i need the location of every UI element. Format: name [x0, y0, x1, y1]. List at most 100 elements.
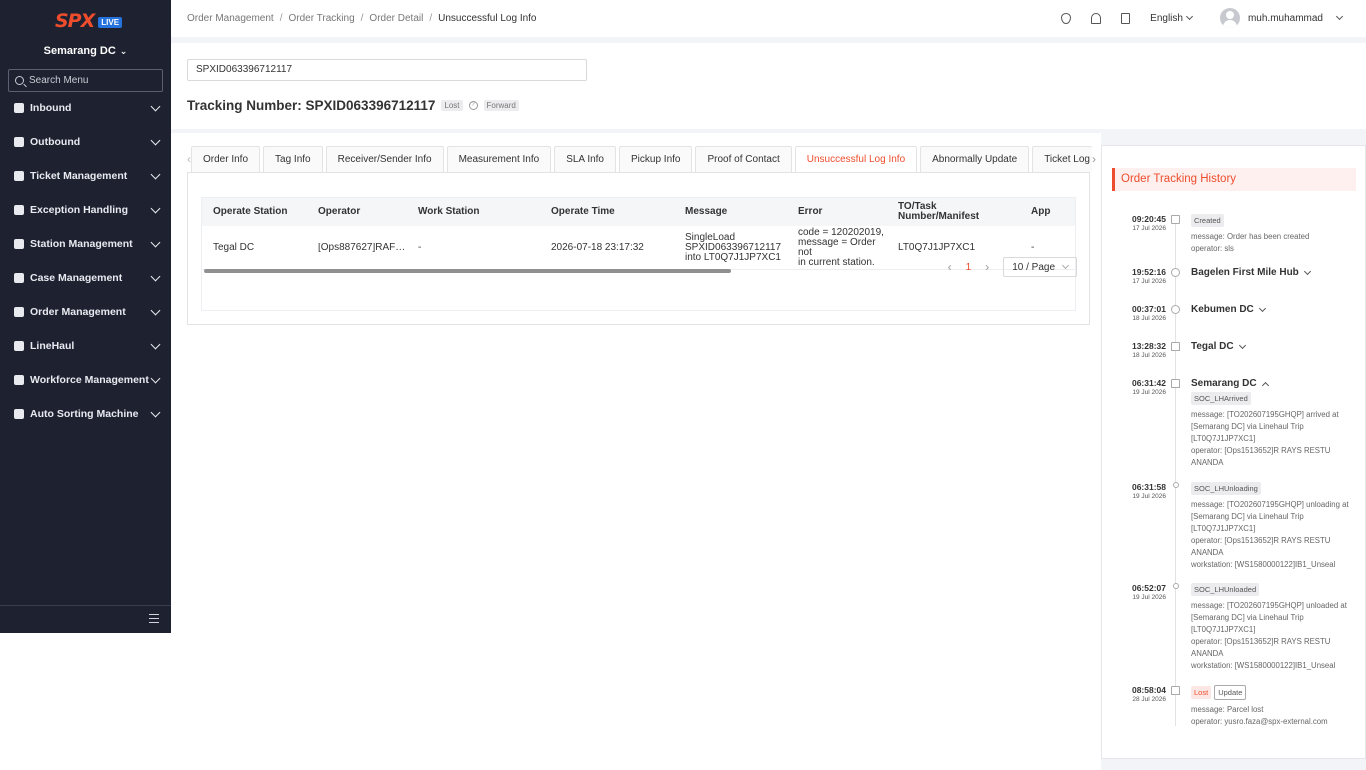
- sidebar-blank-area: [0, 633, 171, 770]
- tab-pickup-info[interactable]: Pickup Info: [619, 146, 693, 172]
- event-operator: operator: [Ops1513652]R RAYS RESTU ANAND…: [1191, 446, 1331, 467]
- house-icon: [1171, 342, 1180, 351]
- station-name: Semarang DC: [1191, 378, 1257, 389]
- cell-work-station: -: [418, 241, 422, 253]
- tab-scroll-right-icon[interactable]: ›: [1092, 146, 1096, 172]
- inbound-icon: [14, 103, 24, 113]
- bell-icon[interactable]: [1091, 12, 1102, 24]
- event-date: 17 Jul 2026: [1132, 278, 1166, 285]
- station-name: Kebumen DC: [1191, 304, 1254, 315]
- event-station[interactable]: Semarang DC: [1191, 378, 1359, 389]
- chevron-down-icon: [150, 135, 161, 145]
- search-menu-placeholder: Search Menu: [29, 75, 89, 86]
- event-date: 19 Jul 2026: [1132, 493, 1166, 500]
- avatar[interactable]: [1219, 8, 1240, 28]
- shield-icon[interactable]: [1061, 12, 1072, 24]
- chevron-down-icon: [150, 339, 161, 349]
- chevron-down-icon: [1238, 341, 1246, 349]
- sidebar-item-label: Station Management: [30, 238, 133, 250]
- sidebar-item-order-management[interactable]: Order Management: [0, 295, 171, 329]
- chevron-down-icon[interactable]: [1335, 12, 1344, 21]
- sidebar-item-auto-sorting-machine[interactable]: Auto Sorting Machine: [0, 397, 171, 431]
- sidebar-item-label: Outbound: [30, 136, 81, 148]
- chevron-down-icon: [1185, 12, 1194, 21]
- breadcrumb-order-detail[interactable]: Order Detail: [369, 13, 423, 24]
- tab-unsuccessful-log-info[interactable]: Unsuccessful Log Info: [794, 146, 918, 172]
- search-menu-input[interactable]: Search Menu: [8, 69, 163, 92]
- main-panel: ‹ Order Info Tag Info Receiver/Sender In…: [171, 133, 1101, 770]
- event-time: 06:52:07: [1131, 583, 1166, 593]
- tracking-search-area: SPXID063396712117 Tracking Number: SPXID…: [171, 43, 1366, 129]
- sidebar-item-linehaul[interactable]: LineHaul: [0, 329, 171, 363]
- chevron-up-icon: [1261, 381, 1269, 389]
- next-page-icon[interactable]: ›: [985, 260, 989, 274]
- sidebar-item-workforce-management[interactable]: Workforce Management: [0, 363, 171, 397]
- tab-receiver-sender-info[interactable]: Receiver/Sender Info: [325, 146, 444, 172]
- spx-logo[interactable]: SPX LIVE: [55, 10, 123, 32]
- cell-station: Tegal DC: [213, 241, 255, 253]
- detail-tabs: ‹ Order Info Tag Info Receiver/Sender In…: [187, 146, 1096, 172]
- truck-icon: [14, 341, 24, 351]
- station-selector-label: Semarang DC: [43, 45, 116, 57]
- sidebar-item-label: Exception Handling: [30, 204, 129, 216]
- update-button[interactable]: Update: [1214, 685, 1247, 700]
- live-badge: LIVE: [98, 16, 123, 28]
- breadcrumb-current: Unsuccessful Log Info: [438, 13, 537, 24]
- help-icon[interactable]: ?: [468, 101, 478, 110]
- event-station[interactable]: Tegal DC: [1191, 341, 1359, 352]
- circle-x-icon: [1171, 305, 1180, 314]
- event-workstation: workstation: [WS1580000122]IB1_Unseal: [1191, 560, 1336, 569]
- cell-error: code = 120202019, message = Order not in…: [787, 227, 887, 268]
- ticket-icon: [14, 171, 24, 181]
- username[interactable]: muh.muhammad: [1248, 13, 1323, 24]
- event-operator: operator: [Ops1513652]R RAYS RESTU ANAND…: [1191, 536, 1331, 557]
- event-date: 28 Jul 2026: [1132, 696, 1166, 703]
- sidebar-item-case-management[interactable]: Case Management: [0, 261, 171, 295]
- sidebar-item-label: Workforce Management: [30, 374, 149, 386]
- status-badge: Lost: [441, 100, 463, 111]
- tab-measurement-info[interactable]: Measurement Info: [446, 146, 552, 172]
- page-size-select[interactable]: 10 / Page: [1003, 257, 1077, 277]
- breadcrumb-separator: /: [360, 13, 364, 24]
- tab-abnormally-update[interactable]: Abnormally Update: [920, 146, 1030, 172]
- event-date: 18 Jul 2026: [1132, 315, 1166, 322]
- sidebar-item-label: Order Management: [30, 306, 126, 318]
- page-number[interactable]: 1: [966, 262, 972, 273]
- event-time: 00:37:01: [1131, 304, 1166, 314]
- unsuccessful-log-table: Operate Station Operator Work Station Op…: [201, 197, 1076, 311]
- tab-proof-of-contact[interactable]: Proof of Contact: [695, 146, 792, 172]
- collapse-menu-icon[interactable]: [149, 614, 159, 623]
- message-line: SingleLoad: [685, 231, 736, 243]
- tracking-number-input[interactable]: SPXID063396712117: [187, 59, 587, 81]
- sidebar-item-outbound[interactable]: Outbound: [0, 125, 171, 159]
- event-date: 19 Jul 2026: [1132, 594, 1166, 601]
- chevron-down-icon: [150, 101, 161, 111]
- sidebar-item-ticket-management[interactable]: Ticket Management: [0, 159, 171, 193]
- language-selector[interactable]: English: [1150, 12, 1194, 24]
- tab-tag-info[interactable]: Tag Info: [263, 146, 323, 172]
- cell-time: 2026-07-18 23:17:32: [551, 241, 644, 253]
- sidebar-item-label: Auto Sorting Machine: [30, 408, 139, 420]
- event-station[interactable]: Kebumen DC: [1191, 304, 1359, 315]
- tab-sla-info[interactable]: SLA Info: [554, 146, 616, 172]
- event-operator: operator: yusro.faza@spx-external.com: [1191, 717, 1328, 726]
- tab-order-info[interactable]: Order Info: [191, 146, 261, 172]
- breadcrumb-order-tracking[interactable]: Order Tracking: [289, 13, 355, 24]
- header-actions: English muh.muhammad: [1061, 8, 1344, 28]
- station-selector[interactable]: Semarang DC ⌄: [0, 45, 171, 57]
- col-app: App: [1031, 206, 1051, 217]
- horizontal-scrollbar[interactable]: [204, 269, 731, 273]
- event-body: SOC_LHUnloading message: [TO202607195GHQ…: [1191, 482, 1359, 571]
- sidebar-item-exception-handling[interactable]: Exception Handling: [0, 193, 171, 227]
- sidebar-item-inbound[interactable]: Inbound: [0, 91, 171, 125]
- event-body: Semarang DC SOC_LHArrived message: [TO20…: [1191, 378, 1359, 469]
- event-operator: operator: [Ops1513652]R RAYS RESTU ANAND…: [1191, 637, 1331, 658]
- event-station[interactable]: Bagelen First Mile Hub: [1191, 267, 1359, 278]
- history-title: Order Tracking History: [1112, 168, 1356, 191]
- clipboard-icon[interactable]: [1121, 12, 1131, 24]
- breadcrumb-order-management[interactable]: Order Management: [187, 13, 274, 24]
- prev-page-icon[interactable]: ‹: [948, 260, 952, 274]
- sidebar-item-station-management[interactable]: Station Management: [0, 227, 171, 261]
- tab-ticket-log[interactable]: Ticket Log: [1032, 146, 1092, 172]
- direction-badge: Forward: [483, 100, 519, 111]
